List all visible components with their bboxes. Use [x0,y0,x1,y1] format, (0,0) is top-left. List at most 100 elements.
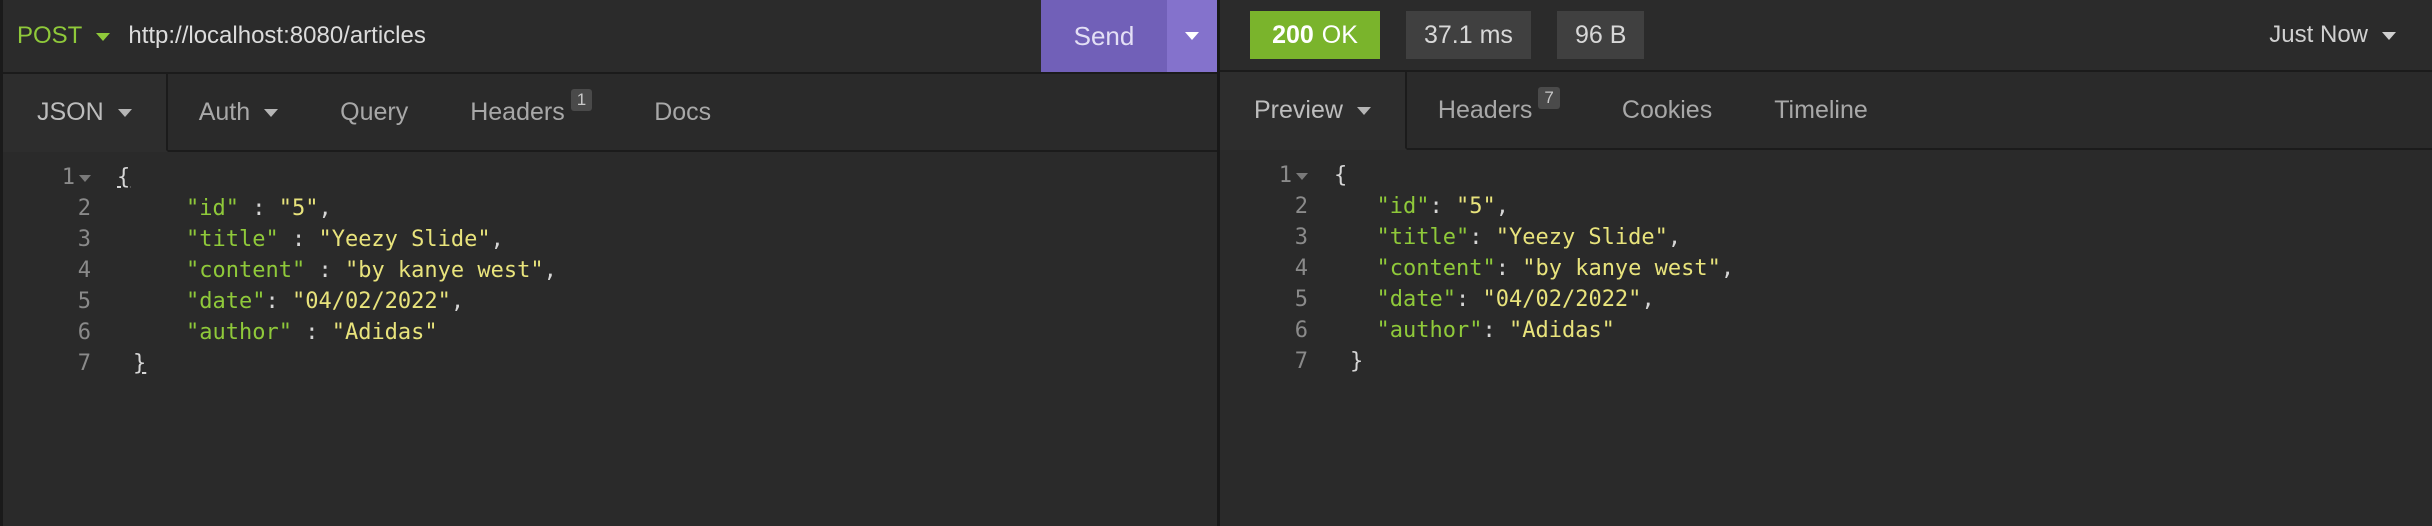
json-separator: : [291,320,332,345]
method-label: POST [17,22,83,49]
json-comma: , [1495,194,1509,219]
tab-auth[interactable]: Auth [168,74,309,150]
headers-count-badge: 1 [570,89,593,111]
fold-toggle-icon[interactable] [1296,172,1308,180]
tab-headers[interactable]: Headers 1 [439,74,623,150]
code-line: 4 "content" : "by kanye west", [3,255,1217,286]
line-number: 5 [77,289,91,314]
code-line: 6 "author": "Adidas" [1220,315,2432,346]
line-number: 6 [77,320,91,345]
code-line: 1{ [3,162,1217,193]
tab-query[interactable]: Query [309,74,439,150]
json-comma: , [543,258,557,283]
code-text: "date": "04/02/2022", [1324,287,1655,312]
code-text: { [91,165,130,190]
code-line: 5 "date": "04/02/2022", [1220,284,2432,315]
json-comma: , [318,196,332,221]
code-text: "content" : "by kanye west", [107,258,557,283]
json-key: "title" [1376,225,1470,250]
json-separator: : [1429,194,1456,219]
code-line: 3 "title": "Yeezy Slide", [1220,222,2432,253]
app-window: POST Send JSON Auth Query Headers [0,0,2432,526]
tab-label: Cookies [1621,95,1713,124]
request-tabs: JSON Auth Query Headers 1 Docs [3,74,1217,152]
request-body-editor[interactable]: 1{2 "id" : "5", 3 "title" : "Yeezy Slide"… [3,152,1217,379]
code-line: 4 "content": "by kanye west", [1220,253,2432,284]
tab-label: Auth [198,97,251,126]
json-string-value: "Yeezy Slide" [1495,225,1668,250]
code-text: "date": "04/02/2022", [107,289,464,314]
fold-toggle-icon[interactable] [79,174,91,182]
url-bar: POST Send [3,0,1217,74]
json-key: "title" [185,227,279,252]
response-tabs: Preview Headers 7 Cookies Timeline [1220,72,2432,150]
method-dropdown[interactable]: POST [3,0,120,72]
json-brace: { [117,165,131,190]
response-body-viewer: 1{2 "id": "5", 3 "title": "Yeezy Slide", 4… [1220,150,2432,377]
line-number: 5 [1294,287,1308,312]
line-number: 6 [1294,318,1308,343]
tab-body-json[interactable]: JSON [3,74,168,152]
code-line: 2 "id": "5", [1220,191,2432,222]
code-line: 5 "date": "04/02/2022", [3,286,1217,317]
line-number: 2 [77,196,91,221]
json-separator: : [1482,318,1509,343]
tab-label: Headers [1437,95,1533,124]
json-brace: } [1350,349,1364,374]
json-separator: : [265,289,292,314]
tab-label: Preview [1254,95,1343,124]
json-string-value: "by kanye west" [1522,256,1721,281]
json-string-value: "Adidas" [331,320,438,345]
tab-label: Query [340,97,409,126]
tab-timeline[interactable]: Timeline [1743,72,1899,148]
json-separator: : [238,196,279,221]
timestamp-label: Just Now [2269,21,2368,48]
send-options-button[interactable] [1167,0,1217,72]
response-status-bar: 200 OK 37.1 ms 96 B Just Now [1220,0,2432,72]
tab-response-headers[interactable]: Headers 7 [1407,72,1591,148]
code-text: "title": "Yeezy Slide", [1324,225,1682,250]
line-number: 4 [77,258,91,283]
chevron-down-icon [264,109,279,117]
line-number: 1 [3,165,91,190]
json-key: "content" [1376,256,1496,281]
line-number: 2 [1294,194,1308,219]
json-separator: : [305,258,345,283]
url-input[interactable] [120,0,1041,72]
code-text: } [107,351,146,376]
json-string-value: "04/02/2022" [291,289,451,314]
tab-label: Timeline [1774,95,1868,124]
json-key: "id" [1376,194,1430,219]
json-comma: , [490,227,504,252]
json-separator: : [278,227,319,252]
tab-preview[interactable]: Preview [1220,72,1407,150]
status-badge: 200 OK [1250,11,1380,59]
json-separator: : [1455,287,1483,312]
code-text: "author" : "Adidas" [107,320,438,345]
json-key: "id" [185,196,239,221]
tab-docs[interactable]: Docs [623,74,742,150]
code-text: "content": "by kanye west", [1324,256,1735,281]
json-comma: , [1641,287,1655,312]
tab-cookies[interactable]: Cookies [1591,72,1743,148]
line-number: 7 [77,351,91,376]
code-text: "author": "Adidas" [1324,318,1615,343]
json-key: "date" [1376,287,1456,312]
line-number: 3 [1294,225,1308,250]
code-text: "id" : "5", [107,196,332,221]
line-number: 1 [1220,163,1308,188]
json-string-value: "5" [1455,194,1496,219]
json-brace: } [133,351,147,376]
json-string-value: "Yeezy Slide" [318,227,491,252]
chevron-down-icon [1185,32,1199,40]
send-button[interactable]: Send [1041,0,1167,72]
json-key: "content" [185,258,306,283]
code-line: 7} [3,348,1217,379]
history-dropdown[interactable]: Just Now [2269,21,2396,49]
response-pane: 200 OK 37.1 ms 96 B Just Now Preview Hea… [1220,0,2432,526]
line-number: 4 [1294,256,1308,281]
chevron-down-icon [96,33,111,41]
request-pane: POST Send JSON Auth Query Headers [0,0,1217,526]
code-line: 3 "title" : "Yeezy Slide", [3,224,1217,255]
json-brace: { [1334,163,1348,188]
